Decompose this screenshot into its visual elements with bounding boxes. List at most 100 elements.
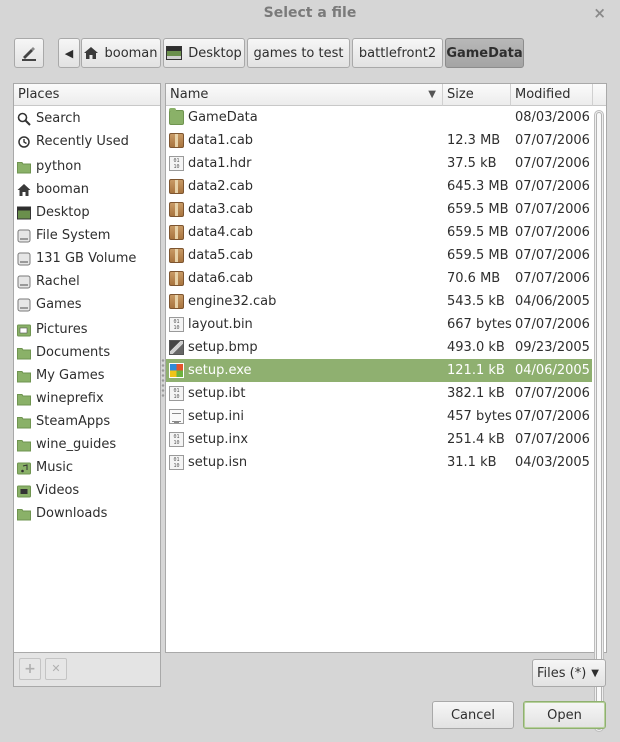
file-modified: 07/07/2006 bbox=[515, 317, 590, 332]
file-row[interactable]: 01 10 layout.bin 667 bytes 07/07/2006 bbox=[166, 313, 592, 336]
place-item-recently-used[interactable]: Recently Used bbox=[14, 130, 160, 153]
file-list-pane: Name ▼ Size Modified GameData 08/03/2006 d… bbox=[165, 83, 607, 732]
file-row[interactable]: GameData 08/03/2006 bbox=[166, 106, 592, 129]
folder-icon bbox=[17, 506, 31, 521]
file-name: setup.isn bbox=[188, 455, 248, 470]
places-sidebar: Places Search Recently Used python booman De… bbox=[13, 83, 161, 653]
home-icon bbox=[84, 47, 99, 59]
column-size-label: Size bbox=[447, 87, 474, 102]
breadcrumb-gamedata[interactable]: GameData bbox=[445, 38, 524, 68]
back-button[interactable]: ◀ bbox=[58, 38, 80, 68]
place-item-downloads[interactable]: Downloads bbox=[14, 502, 160, 525]
edit-location-button[interactable] bbox=[14, 38, 44, 68]
filter-value: Files (*) bbox=[537, 665, 587, 681]
breadcrumb-label: games to test bbox=[253, 45, 344, 61]
place-item-steamapps[interactable]: SteamApps bbox=[14, 410, 160, 433]
file-row[interactable]: setup.bmp 493.0 kB 09/23/2005 bbox=[166, 336, 592, 359]
file-size: 457 bytes bbox=[447, 409, 512, 424]
file-size: 37.5 kB bbox=[447, 156, 497, 171]
breadcrumb-battlefront2[interactable]: battlefront2 bbox=[352, 38, 443, 68]
cancel-button[interactable]: Cancel bbox=[432, 701, 514, 729]
file-row[interactable]: 01 10 data1.hdr 37.5 kB 07/07/2006 bbox=[166, 152, 592, 175]
place-item-python[interactable]: python bbox=[14, 155, 160, 178]
open-button[interactable]: Open bbox=[523, 701, 606, 729]
file-modified: 07/07/2006 bbox=[515, 225, 590, 240]
music-folder-icon bbox=[17, 460, 31, 475]
file-size: 121.1 kB bbox=[447, 363, 505, 378]
file-row[interactable]: data5.cab 659.5 MB 07/07/2006 bbox=[166, 244, 592, 267]
file-row[interactable]: 01 10 setup.inx 251.4 kB 07/07/2006 bbox=[166, 428, 592, 451]
file-type-filter[interactable]: Files (*) ▼ bbox=[532, 659, 606, 687]
place-item-label: Rachel bbox=[36, 274, 80, 289]
file-row[interactable]: data1.cab 12.3 MB 07/07/2006 bbox=[166, 129, 592, 152]
file-modified: 07/07/2006 bbox=[515, 179, 590, 194]
scrollbar-thumb[interactable] bbox=[596, 112, 602, 730]
title-bar: Select a file × bbox=[0, 0, 620, 28]
file-row[interactable]: 01 10 setup.ibt 382.1 kB 07/07/2006 bbox=[166, 382, 592, 405]
breadcrumb-label: GameData bbox=[446, 45, 523, 61]
file-size: 659.5 MB bbox=[447, 202, 509, 217]
place-item-rachel[interactable]: Rachel bbox=[14, 270, 160, 293]
file-row[interactable]: data4.cab 659.5 MB 07/07/2006 bbox=[166, 221, 592, 244]
vertical-scrollbar[interactable] bbox=[594, 110, 604, 732]
file-row[interactable]: data2.cab 645.3 MB 07/07/2006 bbox=[166, 175, 592, 198]
file-modified: 09/23/2005 bbox=[515, 340, 590, 355]
file-size: 70.6 MB bbox=[447, 271, 501, 286]
file-modified: 04/03/2005 bbox=[515, 455, 590, 470]
place-item-131-gb-volume[interactable]: 131 GB Volume bbox=[14, 247, 160, 270]
file-name: setup.bmp bbox=[188, 340, 258, 355]
place-item-label: Pictures bbox=[36, 322, 88, 337]
place-item-pictures[interactable]: Pictures bbox=[14, 318, 160, 341]
close-icon[interactable]: × bbox=[593, 4, 606, 22]
file-size: 667 bytes bbox=[447, 317, 512, 332]
place-item-search[interactable]: Search bbox=[14, 107, 160, 130]
file-size: 659.5 MB bbox=[447, 225, 509, 240]
videos-folder-icon bbox=[17, 483, 31, 498]
file-row[interactable]: engine32.cab 543.5 kB 04/06/2005 bbox=[166, 290, 592, 313]
column-header-modified[interactable]: Modified bbox=[511, 84, 593, 106]
file-modified: 04/06/2005 bbox=[515, 294, 590, 309]
file-row[interactable]: 01 10 setup.isn 31.1 kB 04/03/2005 bbox=[166, 451, 592, 474]
place-item-file-system[interactable]: File System bbox=[14, 224, 160, 247]
column-header-name[interactable]: Name ▼ bbox=[166, 84, 443, 106]
archive-icon bbox=[169, 202, 184, 217]
file-size: 31.1 kB bbox=[447, 455, 497, 470]
place-item-videos[interactable]: Videos bbox=[14, 479, 160, 502]
place-item-label: My Games bbox=[36, 368, 105, 383]
place-item-booman[interactable]: booman bbox=[14, 178, 160, 201]
place-item-games[interactable]: Games bbox=[14, 293, 160, 316]
file-row[interactable]: data6.cab 70.6 MB 07/07/2006 bbox=[166, 267, 592, 290]
folder-icon bbox=[17, 345, 31, 360]
binary-file-icon: 01 10 bbox=[169, 386, 184, 401]
file-size: 493.0 kB bbox=[447, 340, 505, 355]
place-item-desktop[interactable]: Desktop bbox=[14, 201, 160, 224]
breadcrumb-booman[interactable]: booman bbox=[81, 38, 161, 68]
file-row[interactable]: setup.ini 457 bytes 07/07/2006 bbox=[166, 405, 592, 428]
folder-icon bbox=[17, 368, 31, 383]
place-item-my-games[interactable]: My Games bbox=[14, 364, 160, 387]
place-item-documents[interactable]: Documents bbox=[14, 341, 160, 364]
place-item-label: booman bbox=[36, 182, 90, 197]
places-bookmark-bar: + ✕ bbox=[13, 652, 161, 687]
file-row[interactable]: setup.exe 121.1 kB 04/06/2005 bbox=[166, 359, 592, 382]
file-modified: 07/07/2006 bbox=[515, 271, 590, 286]
breadcrumb-games-to-test[interactable]: games to test bbox=[247, 38, 350, 68]
place-item-label: Documents bbox=[36, 345, 111, 360]
add-bookmark-button[interactable]: + bbox=[19, 658, 41, 680]
column-header-size[interactable]: Size bbox=[443, 84, 511, 106]
desktop-icon bbox=[166, 46, 183, 60]
home-icon bbox=[17, 182, 31, 196]
place-item-wine-guides[interactable]: wine_guides bbox=[14, 433, 160, 456]
binary-file-icon: 01 10 bbox=[169, 432, 184, 447]
breadcrumb-label: booman bbox=[104, 45, 158, 61]
place-item-music[interactable]: Music bbox=[14, 456, 160, 479]
place-item-wineprefix[interactable]: wineprefix bbox=[14, 387, 160, 410]
drive-icon bbox=[17, 297, 31, 312]
remove-bookmark-button[interactable]: ✕ bbox=[45, 658, 67, 680]
breadcrumb-desktop[interactable]: Desktop bbox=[163, 38, 245, 68]
file-modified: 07/07/2006 bbox=[515, 202, 590, 217]
file-row[interactable]: data3.cab 659.5 MB 07/07/2006 bbox=[166, 198, 592, 221]
pane-resize-handle[interactable] bbox=[161, 358, 165, 398]
place-item-label: python bbox=[36, 159, 82, 174]
binary-file-icon: 01 10 bbox=[169, 317, 184, 332]
